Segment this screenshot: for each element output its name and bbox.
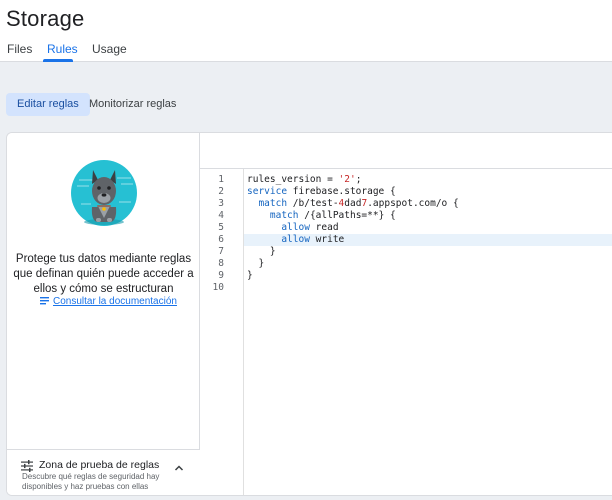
code-editor[interactable]: rules_version = '2'; service firebase.st… [244,169,612,495]
line-number: 8 [218,258,224,269]
code-line: rules_version = '2'; [247,174,362,185]
line-number: 7 [218,246,224,257]
line-number: 3 [218,198,224,209]
rules-panel: Protege tus datos mediante reglas que de… [6,132,612,496]
rules-description: Protege tus datos mediante reglas que de… [13,253,194,295]
playground-subtitle: Descubre qué reglas de seguridad hay dis… [22,472,160,491]
tab-rules[interactable]: Rules [47,42,78,56]
line-number: 6 [218,234,224,245]
page-header: Storage Files Rules Usage [0,0,612,62]
line-number: 4 [218,210,224,221]
code-line: } [247,270,253,281]
tune-icon [21,460,33,472]
code-line: match /{allPaths=**} { [269,210,396,221]
line-number: 9 [218,270,224,281]
document-icon [40,297,49,305]
line-number: 10 [212,282,224,293]
line-number-gutter: 1 2 3 4 5 6 7 8 9 10 [200,169,244,495]
code-line: match /b/test-4dad7.appspot.com/o { [258,198,459,209]
info-sidebar: Protege tus datos mediante reglas que de… [7,133,200,495]
dog-mascot-icon [71,160,137,226]
line-number: 1 [218,174,224,185]
documentation-link-label[interactable]: Consultar la documentación [53,296,177,307]
rules-playground-toggle[interactable]: Zona de prueba de reglas Descubre qué re… [7,449,200,495]
page-title: Storage [6,6,85,31]
tab-usage[interactable]: Usage [92,42,127,56]
code-line: allow read [281,222,339,233]
line-number: 5 [218,222,224,233]
playground-title: Zona de prueba de reglas [39,459,160,471]
line-number: 2 [218,186,224,197]
tab-files[interactable]: Files [7,42,32,56]
documentation-link[interactable]: Consultar la documentación [40,296,177,307]
code-line: } [247,258,265,269]
monitor-rules-button[interactable]: Monitorizar reglas [78,93,187,116]
code-line: } [247,246,276,257]
code-line: allow write [281,234,345,245]
chevron-up-icon[interactable] [173,462,185,474]
code-line: service firebase.storage { [247,186,396,197]
active-tab-indicator [43,59,73,62]
editor-toolbar [200,133,612,169]
